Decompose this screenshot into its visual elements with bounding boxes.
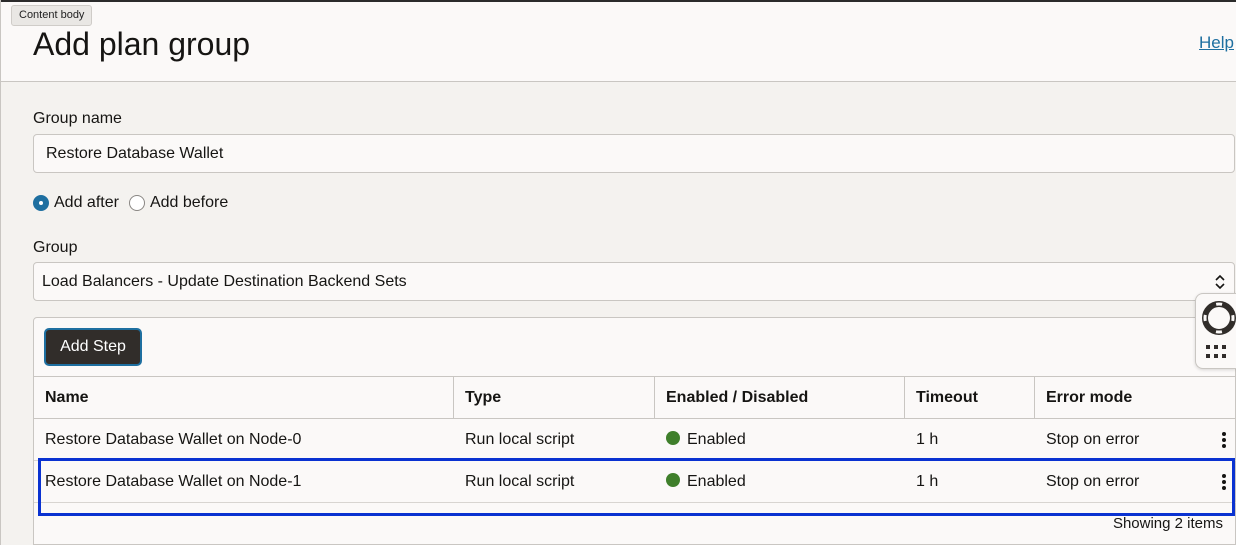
row-timeout: 1 h [916, 431, 939, 448]
column-header-type[interactable]: Type [454, 377, 655, 418]
lifebuoy-icon[interactable] [1201, 300, 1236, 336]
page-header: Add plan group Help [1, 2, 1236, 82]
column-header-enabled[interactable]: Enabled / Disabled [655, 377, 905, 418]
row-type: Run local script [465, 431, 575, 448]
radio-add-before[interactable]: Add before [128, 194, 229, 212]
radio-add-before-circle[interactable] [128, 195, 145, 211]
side-widget [1195, 293, 1236, 369]
help-link[interactable]: Help [1199, 33, 1234, 53]
radio-add-before-label: Add before [149, 194, 229, 211]
content-body-tooltip: Content body [11, 5, 93, 26]
radio-add-after[interactable]: Add after [33, 194, 119, 212]
position-radio-group: Add after Add before [33, 193, 238, 213]
page-title: Add plan group [33, 26, 251, 62]
radio-add-after-circle[interactable] [33, 195, 49, 211]
status-enabled-icon [666, 431, 680, 445]
table-header: Name Type Enabled / Disabled Timeout Err… [34, 376, 1236, 419]
chevron-updown-icon [1215, 274, 1225, 290]
row-status: Enabled [655, 419, 746, 461]
column-header-timeout[interactable]: Timeout [905, 377, 1035, 418]
kebab-menu-icon[interactable] [1222, 432, 1226, 448]
column-header-error-mode[interactable]: Error mode [1035, 377, 1236, 418]
row-name: Restore Database Wallet on Node-0 [45, 431, 302, 448]
group-name-input[interactable]: Restore Database Wallet [33, 134, 1235, 173]
row-highlight-box [38, 458, 1235, 516]
grid-icon[interactable] [1206, 345, 1230, 361]
row-status-label: Enabled [687, 431, 746, 448]
radio-add-after-label: Add after [54, 194, 119, 211]
group-select-value: Load Balancers - Update Destination Back… [42, 273, 407, 290]
column-header-name[interactable]: Name [34, 377, 454, 418]
group-name-label: Group name [33, 110, 122, 127]
group-label: Group [33, 239, 78, 256]
row-error-mode: Stop on error [1046, 431, 1140, 448]
items-count: Showing 2 items [1112, 515, 1223, 532]
table-row[interactable]: Restore Database Wallet on Node-0 Run lo… [34, 419, 1236, 461]
add-step-button[interactable]: Add Step [44, 328, 142, 366]
group-select[interactable]: Load Balancers - Update Destination Back… [33, 262, 1235, 301]
